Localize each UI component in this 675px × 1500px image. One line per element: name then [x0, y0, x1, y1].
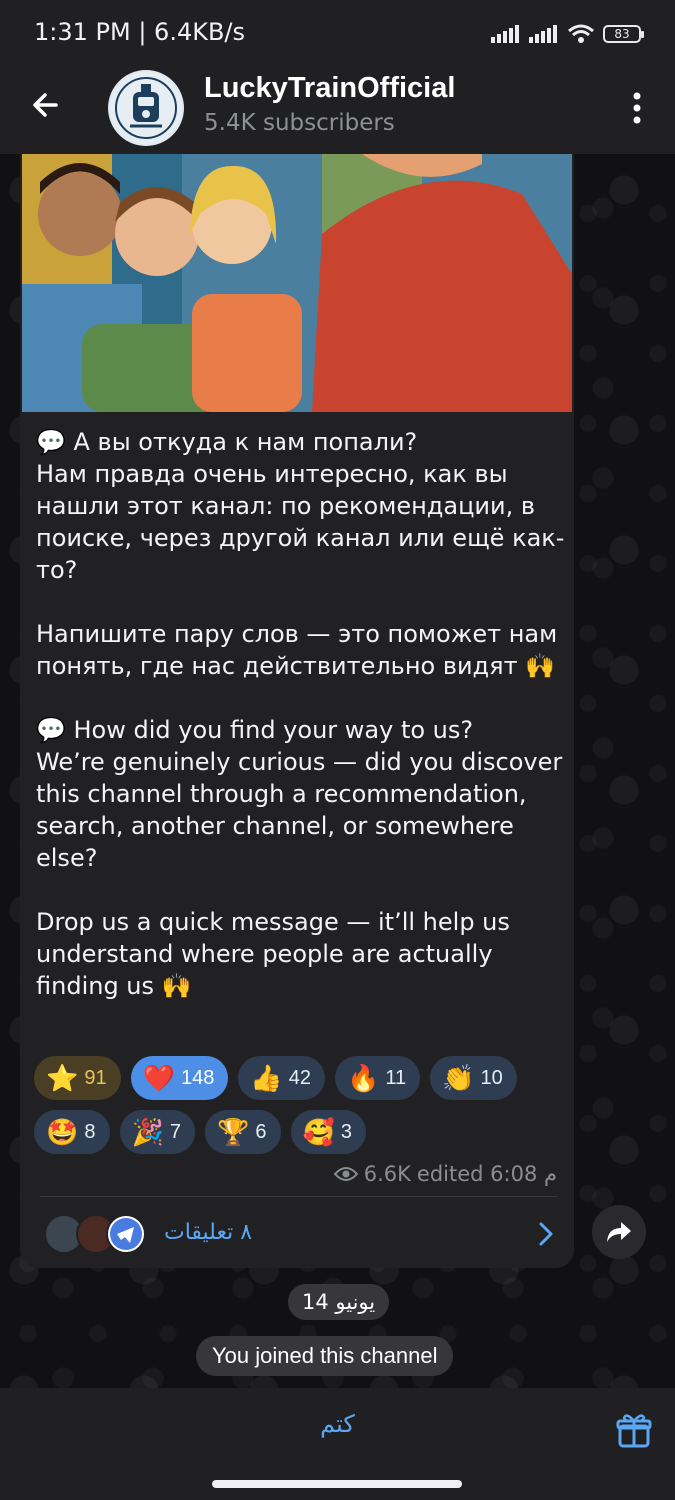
thumbs-up-icon: 👍 [250, 1063, 283, 1093]
edited-time: edited 6:08 م [416, 1162, 557, 1186]
reaction-count: 10 [480, 1066, 503, 1089]
status-time: 1:31 PM | 6.4KB/s [34, 18, 246, 46]
channel-title[interactable]: LuckyTrainOfficial [204, 72, 455, 105]
reaction-count: 91 [84, 1066, 107, 1089]
telegram-icon [110, 1218, 142, 1250]
reaction-count: 11 [385, 1066, 407, 1089]
reaction-count: 148 [181, 1066, 215, 1089]
reaction-count: 3 [340, 1120, 352, 1143]
reactions-bar: ⭐ 91 ❤️ 148 👍 42 🔥 11 👏 10 🤩 8 🎉 7 🏆 6 🥰 3 [34, 1056, 564, 1154]
fire-icon: 🔥 [347, 1063, 380, 1093]
crowd-illustration [22, 154, 572, 412]
party-popper-icon: 🎉 [131, 1117, 164, 1147]
view-count: 6.6K [363, 1162, 411, 1186]
share-button[interactable] [592, 1205, 646, 1259]
star-struck-icon: 🤩 [46, 1117, 79, 1147]
star-icon: ⭐ [46, 1063, 79, 1093]
reaction-heart[interactable]: ❤️ 148 [130, 1056, 229, 1100]
reaction-smiling-hearts[interactable]: 🥰 3 [290, 1110, 366, 1154]
channel-avatar[interactable] [108, 70, 184, 146]
date-separator: 14 يونيو [288, 1284, 390, 1320]
heart-icon: ❤️ [142, 1063, 175, 1093]
eye-icon [333, 1167, 358, 1181]
divider [40, 1196, 558, 1197]
clap-icon: 👏 [442, 1063, 475, 1093]
smiling-hearts-icon: 🥰 [302, 1117, 335, 1147]
mute-button[interactable]: كتم [0, 1410, 675, 1438]
reaction-party[interactable]: 🎉 7 [119, 1110, 195, 1154]
joined-notice: You joined this channel [196, 1336, 454, 1376]
post-text: 💬 А вы откуда к нам попали? Нам правда о… [36, 428, 565, 1000]
message-meta: 6.6K edited 6:08 م [333, 1162, 557, 1186]
reaction-count: 42 [288, 1066, 311, 1089]
reaction-trophy[interactable]: 🏆 6 [205, 1110, 281, 1154]
wifi-icon [568, 24, 594, 43]
reaction-count: 7 [169, 1120, 181, 1143]
status-icons: 83 [491, 22, 644, 46]
reaction-thumbs-up[interactable]: 👍 42 [238, 1056, 325, 1100]
comments-row[interactable]: ٨ تعليقات [40, 1206, 564, 1262]
battery-icon: 83 [603, 25, 644, 43]
post-image[interactable] [22, 154, 572, 412]
reaction-count: 8 [84, 1120, 96, 1143]
reaction-star-struck[interactable]: 🤩 8 [34, 1110, 110, 1154]
share-arrow-icon [607, 1222, 631, 1242]
gift-icon[interactable] [616, 1412, 652, 1448]
status-bar: 1:31 PM | 6.4KB/s 83 [0, 0, 675, 66]
chevron-right-icon[interactable] [536, 1220, 556, 1248]
back-arrow-icon[interactable] [26, 84, 68, 126]
more-options-icon[interactable] [627, 90, 647, 126]
comments-count[interactable]: ٨ تعليقات [164, 1220, 252, 1245]
chat-header: LuckyTrainOfficial 5.4K subscribers [0, 66, 675, 154]
home-indicator[interactable] [212, 1480, 462, 1488]
reaction-fire[interactable]: 🔥 11 [335, 1056, 421, 1100]
signal-icon-2 [529, 25, 557, 43]
trophy-icon: 🏆 [217, 1117, 250, 1147]
train-logo-icon [110, 72, 182, 144]
commenter-avatar [106, 1214, 146, 1254]
reaction-star[interactable]: ⭐ 91 [34, 1056, 121, 1100]
signal-icon [491, 25, 519, 43]
reaction-clap[interactable]: 👏 10 [430, 1056, 517, 1100]
subscriber-count: 5.4K subscribers [204, 110, 395, 136]
reaction-count: 6 [255, 1120, 267, 1143]
